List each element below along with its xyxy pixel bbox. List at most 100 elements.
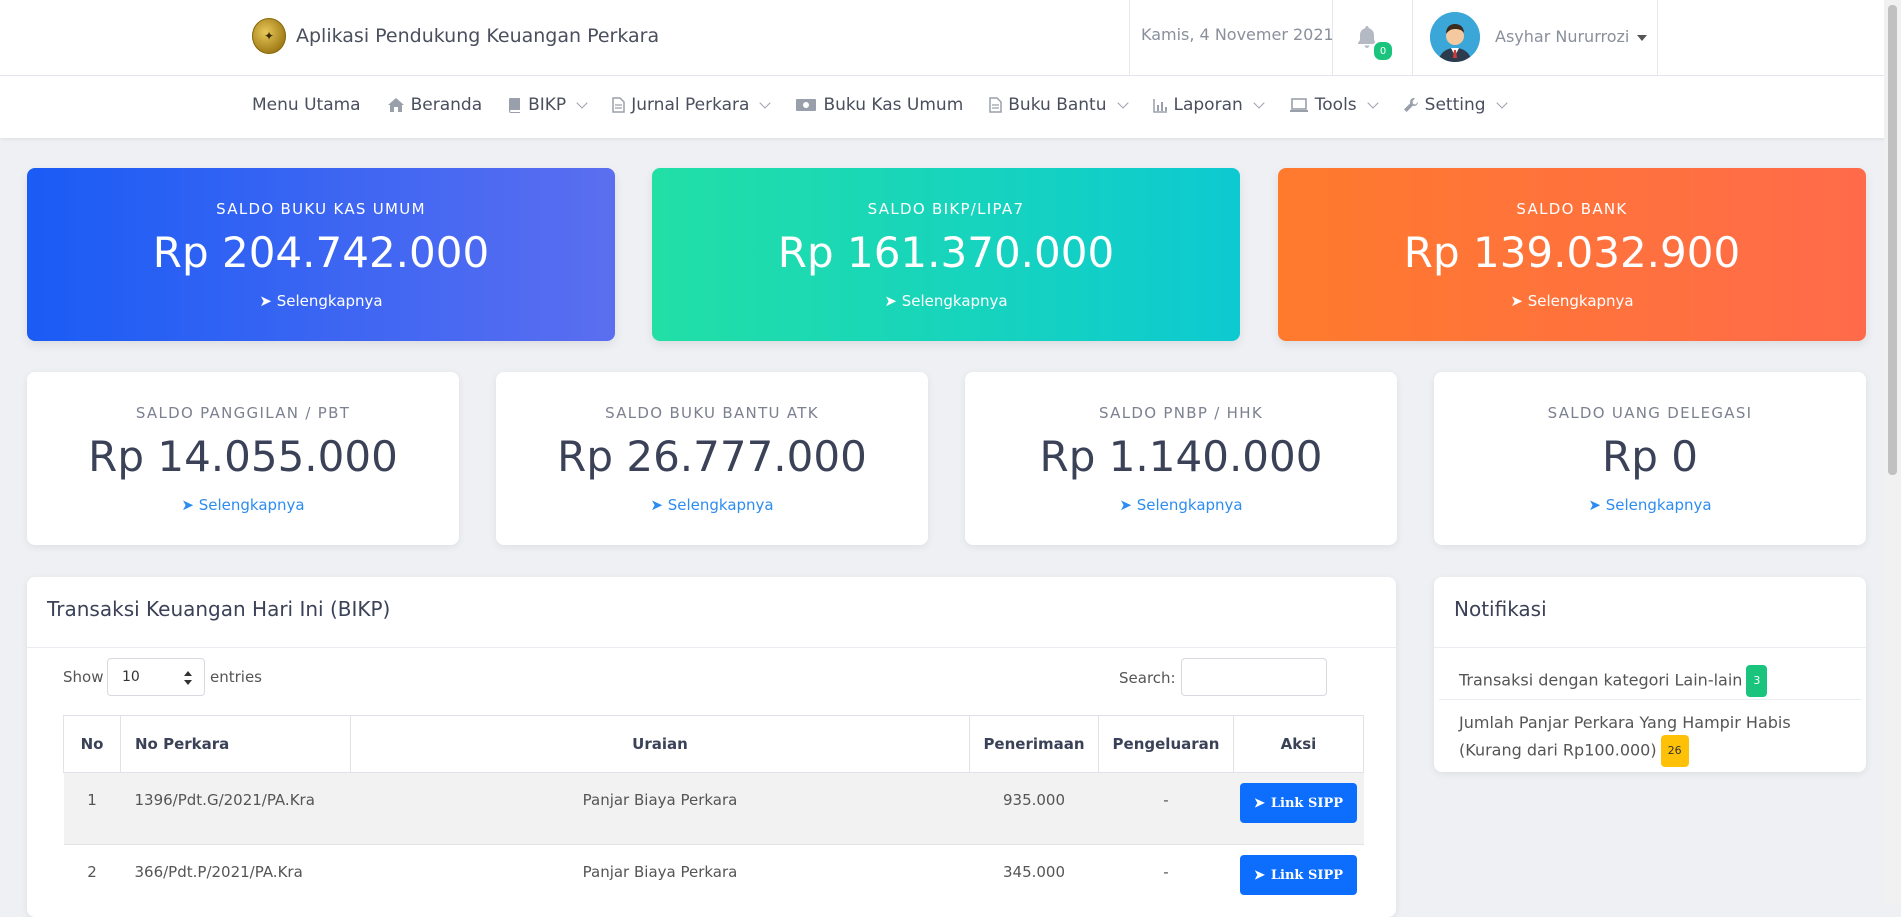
main-nav: Menu Utama Beranda BIKP Jurnal Perkara B… [0, 76, 1901, 138]
chevron-down-icon [759, 97, 772, 109]
card-value: Rp 0 [1602, 432, 1698, 481]
chevron-down-icon [1495, 97, 1508, 109]
more-link[interactable]: ➤ Selengkapnya [652, 292, 1240, 310]
divider [1439, 699, 1861, 700]
nav-bikp[interactable]: BIKP [508, 95, 588, 115]
cell-uraian: Panjar Biaya Perkara [350, 844, 970, 916]
header-divider [1129, 0, 1130, 75]
more-link[interactable]: ➤ Selengkapnya [1278, 292, 1866, 310]
more-link-label: Selengkapnya [1527, 292, 1634, 310]
entries-value: 10 [122, 669, 140, 685]
entries-select[interactable]: 10 [107, 658, 205, 696]
table-row: 1 1396/Pdt.G/2021/PA.Kra Panjar Biaya Pe… [63, 772, 1364, 845]
nav-label: Menu Utama [252, 95, 361, 115]
court-logo-icon: ✦ [252, 18, 286, 54]
sort-arrows-icon [184, 671, 192, 685]
more-link[interactable]: ➤ Selengkapnya [27, 292, 615, 310]
more-link[interactable]: ➤ Selengkapnya [496, 496, 928, 514]
nav-menu-utama[interactable]: Menu Utama [252, 95, 361, 115]
cell-penerimaan: 345.000 [969, 844, 1099, 916]
nav-laporan[interactable]: Laporan [1152, 95, 1265, 115]
nav-label: Jurnal Perkara [631, 95, 750, 115]
more-link[interactable]: ➤ Selengkapnya [27, 496, 459, 514]
current-date: Kamis, 4 Novemer 2021 [1141, 25, 1334, 44]
card-title: SALDO BUKU BANTU ATK [605, 404, 819, 422]
more-link-label: Selengkapnya [901, 292, 1008, 310]
more-link-label: Selengkapnya [276, 292, 383, 310]
saldo-panggilan-card: SALDO PANGGILAN / PBT Rp 14.055.000 ➤ Se… [27, 372, 459, 545]
notification-text: Transaksi dengan kategori Lain-lain [1459, 670, 1743, 690]
col-header[interactable]: Aksi [1233, 715, 1364, 773]
search-label: Search: [1119, 669, 1176, 687]
more-link-label: Selengkapnya [198, 496, 305, 514]
more-link[interactable]: ➤ Selengkapnya [1434, 496, 1866, 514]
nav-label: Tools [1314, 95, 1357, 115]
col-header[interactable]: No Perkara [120, 715, 351, 773]
count-badge: 26 [1660, 735, 1689, 767]
money-icon [795, 98, 817, 112]
divider [27, 647, 1396, 648]
transactions-table: No No Perkara Uraian Penerimaan Pengelua… [63, 715, 1364, 916]
saldo-buku-kas-umum-card: SALDO BUKU KAS UMUM Rp 204.742.000 ➤ Sel… [27, 168, 615, 341]
col-header[interactable]: No [63, 715, 121, 773]
nav-label: Buku Kas Umum [823, 95, 964, 115]
button-label: Link SIPP [1270, 795, 1343, 811]
col-header[interactable]: Pengeluaran [1098, 715, 1234, 773]
more-link[interactable]: ➤ Selengkapnya [965, 496, 1397, 514]
cell-aksi: ➤ Link SIPP [1233, 844, 1364, 916]
notification-item[interactable]: Jumlah Panjar Perkara Yang Hampir Habis … [1459, 711, 1849, 767]
search-input[interactable] [1181, 658, 1327, 696]
bar-chart-icon [1152, 98, 1168, 113]
notifications-panel: Notifikasi Transaksi dengan kategori Lai… [1434, 577, 1866, 772]
card-title: SALDO BIKP/LIPA7 [867, 200, 1025, 218]
col-header[interactable]: Penerimaan [969, 715, 1099, 773]
chevron-down-icon [1116, 97, 1129, 109]
card-title: SALDO BUKU KAS UMUM [216, 200, 426, 218]
laptop-icon [1289, 97, 1309, 113]
nav-buku-bantu[interactable]: Buku Bantu [989, 95, 1129, 115]
home-icon [387, 97, 405, 113]
page-scrollbar[interactable] [1884, 0, 1901, 903]
nav-buku-kas-umum[interactable]: Buku Kas Umum [795, 95, 963, 115]
user-menu[interactable]: Asyhar Nururrozi [1495, 27, 1648, 46]
saldo-uang-delegasi-card: SALDO UANG DELEGASI Rp 0 ➤ Selengkapnya [1434, 372, 1866, 545]
nav-setting[interactable]: Setting [1403, 95, 1508, 115]
cell-no: 1 [63, 772, 121, 845]
card-value: Rp 14.055.000 [88, 432, 398, 481]
book-icon [508, 97, 522, 113]
nav-label: Laporan [1173, 95, 1243, 115]
table-row: 2 366/Pdt.P/2021/PA.Kra Panjar Biaya Per… [63, 844, 1364, 916]
brand[interactable]: ✦ Aplikasi Pendukung Keuangan Perkara [252, 18, 659, 54]
send-icon: ➤ [884, 292, 897, 310]
cell-perkara: 366/Pdt.P/2021/PA.Kra [120, 844, 351, 916]
card-value: Rp 204.742.000 [152, 228, 490, 277]
wrench-icon [1403, 97, 1419, 113]
card-value: Rp 26.777.000 [557, 432, 867, 481]
notification-item[interactable]: Transaksi dengan kategori Lain-lain 3 [1459, 665, 1849, 697]
user-avatar[interactable] [1430, 12, 1480, 62]
nav-beranda[interactable]: Beranda [387, 95, 483, 115]
cell-penerimaan: 935.000 [969, 772, 1099, 845]
saldo-buku-bantu-atk-card: SALDO BUKU BANTU ATK Rp 26.777.000 ➤ Sel… [496, 372, 928, 545]
card-title: SALDO PNBP / HHK [1099, 404, 1263, 422]
user-name: Asyhar Nururrozi [1495, 27, 1630, 46]
panel-title: Transaksi Keuangan Hari Ini (BIKP) [47, 597, 391, 621]
panel-title: Notifikasi [1454, 597, 1547, 621]
chevron-down-icon [576, 97, 588, 109]
app-title: Aplikasi Pendukung Keuangan Perkara [296, 25, 660, 47]
notification-count-badge: 0 [1372, 40, 1394, 62]
notification-text: Jumlah Panjar Perkara Yang Hampir Habis … [1459, 713, 1791, 760]
chevron-down-icon [1366, 97, 1379, 109]
send-icon: ➤ [1254, 867, 1265, 883]
nav-label: Beranda [410, 95, 483, 115]
more-link-label: Selengkapnya [1605, 496, 1712, 514]
send-icon: ➤ [181, 496, 194, 514]
nav-jurnal-perkara[interactable]: Jurnal Perkara [612, 95, 772, 115]
chevron-down-icon [1253, 97, 1265, 109]
link-sipp-button[interactable]: ➤ Link SIPP [1240, 783, 1357, 823]
button-label: Link SIPP [1270, 867, 1343, 883]
nav-tools[interactable]: Tools [1289, 95, 1379, 115]
link-sipp-button[interactable]: ➤ Link SIPP [1240, 855, 1357, 895]
col-header[interactable]: Uraian [350, 715, 970, 773]
scrollbar-thumb[interactable] [1888, 5, 1897, 475]
